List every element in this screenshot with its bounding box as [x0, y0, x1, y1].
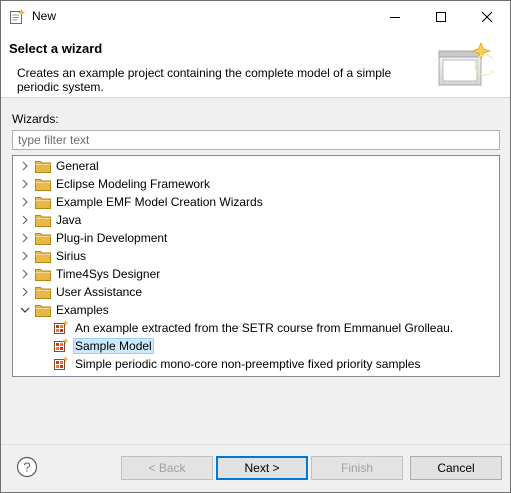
chevron-right-icon[interactable]	[19, 214, 31, 226]
folder-icon	[35, 303, 51, 317]
tree-item-0[interactable]: An example extracted from the SETR cours…	[13, 319, 499, 337]
tree-category-label: Java	[56, 213, 82, 227]
new-wizard-icon	[9, 8, 26, 25]
folder-icon	[35, 249, 51, 263]
chevron-down-icon[interactable]	[19, 304, 31, 316]
tree-category-label: User Assistance	[56, 285, 143, 299]
tree-category-1[interactable]: Eclipse Modeling Framework	[13, 175, 499, 193]
page-title: Select a wizard	[9, 41, 103, 56]
wizard-tree[interactable]: General Eclipse Modeling Framework Example…	[12, 155, 500, 377]
tree-category-3[interactable]: Java	[13, 211, 499, 229]
example-wizard-icon	[53, 319, 69, 336]
finish-button[interactable]: Finish	[311, 456, 403, 480]
folder-icon	[35, 213, 51, 227]
tree-category-label: Examples	[56, 303, 109, 317]
next-button[interactable]: Next >	[216, 456, 308, 480]
tree-category-label: Time4Sys Designer	[56, 267, 161, 281]
chevron-right-icon[interactable]	[19, 196, 31, 208]
tree-category-7[interactable]: User Assistance	[13, 283, 499, 301]
folder-icon	[35, 195, 51, 209]
new-wizard-dialog: New Select a wizard Creates an example p…	[0, 0, 511, 493]
folder-icon	[35, 231, 51, 245]
folder-icon	[35, 177, 51, 191]
close-button[interactable]	[464, 1, 510, 32]
chevron-right-icon[interactable]	[19, 250, 31, 262]
close-icon	[482, 11, 492, 22]
folder-icon	[35, 285, 51, 299]
chevron-right-icon[interactable]	[19, 232, 31, 244]
wizard-banner-icon	[435, 41, 496, 89]
chevron-right-icon[interactable]	[19, 286, 31, 298]
tree-item-label: An example extracted from the SETR cours…	[75, 321, 454, 335]
chevron-right-icon[interactable]	[19, 160, 31, 172]
tree-item-label: Simple periodic mono-core non-preemptive…	[75, 357, 421, 371]
help-icon: ?	[16, 456, 38, 478]
maximize-button[interactable]	[418, 1, 464, 32]
chevron-right-icon[interactable]	[19, 268, 31, 280]
svg-text:?: ?	[23, 460, 30, 475]
tree-category-4[interactable]: Plug-in Development	[13, 229, 499, 247]
chevron-right-icon[interactable]	[19, 178, 31, 190]
tree-category-label: General	[56, 159, 99, 173]
tree-category-6[interactable]: Time4Sys Designer	[13, 265, 499, 283]
help-button[interactable]: ?	[16, 456, 38, 478]
folder-icon	[35, 267, 51, 281]
minimize-icon	[390, 16, 400, 18]
tree-category-2[interactable]: Example EMF Model Creation Wizards	[13, 193, 499, 211]
footer-separator	[1, 444, 510, 445]
wizard-banner: Select a wizard Creates an example proje…	[1, 32, 510, 98]
example-wizard-icon	[53, 337, 69, 354]
tree-item-label: Sample Model	[73, 338, 154, 354]
cancel-button[interactable]: Cancel	[410, 456, 502, 480]
tree-category-8[interactable]: Examples	[13, 301, 499, 319]
tree-category-label: Eclipse Modeling Framework	[56, 177, 211, 191]
back-button[interactable]: < Back	[121, 456, 213, 480]
tree-item-2[interactable]: Simple periodic mono-core non-preemptive…	[13, 355, 499, 373]
filter-input[interactable]	[12, 130, 500, 150]
wizards-label: Wizards:	[12, 112, 59, 126]
tree-category-label: Sirius	[56, 249, 87, 263]
example-wizard-icon	[53, 355, 69, 372]
page-description: Creates an example project containing th…	[17, 66, 392, 94]
window-title: New	[32, 9, 57, 23]
tree-category-label: Plug-in Development	[56, 231, 168, 245]
maximize-icon	[436, 11, 446, 22]
tree-category-0[interactable]: General	[13, 157, 499, 175]
tree-category-label: Example EMF Model Creation Wizards	[56, 195, 263, 209]
minimize-button[interactable]	[372, 1, 418, 32]
folder-icon	[35, 159, 51, 173]
tree-item-1[interactable]: Sample Model	[13, 337, 499, 355]
tree-category-5[interactable]: Sirius	[13, 247, 499, 265]
title-bar: New	[1, 1, 510, 32]
